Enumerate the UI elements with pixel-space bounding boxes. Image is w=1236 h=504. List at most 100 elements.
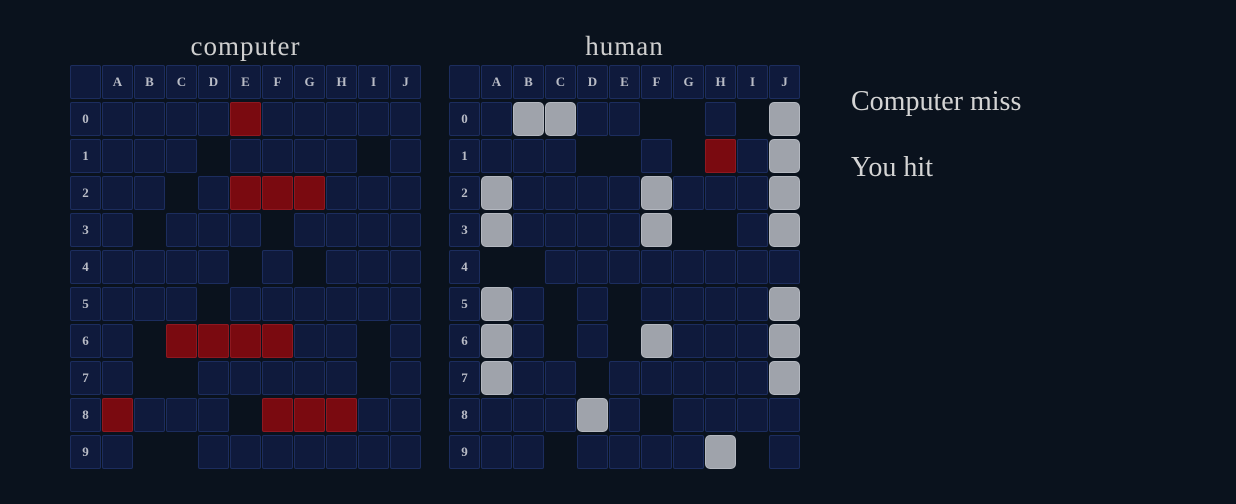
computer-cell-f0-sea[interactable] xyxy=(262,102,293,136)
computer-cell-b0-sea[interactable] xyxy=(134,102,165,136)
computer-cell-g4-empty[interactable] xyxy=(294,250,325,284)
computer-cell-i3-sea[interactable] xyxy=(358,213,389,247)
computer-cell-e3-sea[interactable] xyxy=(230,213,261,247)
computer-cell-e2-hit[interactable] xyxy=(230,176,261,210)
computer-cell-a4-sea[interactable] xyxy=(102,250,133,284)
computer-cell-c8-sea[interactable] xyxy=(166,398,197,432)
computer-cell-g1-sea[interactable] xyxy=(294,139,325,173)
computer-cell-f3-empty[interactable] xyxy=(262,213,293,247)
computer-cell-g2-hit[interactable] xyxy=(294,176,325,210)
computer-cell-h9-sea[interactable] xyxy=(326,435,357,469)
computer-cell-j7-sea[interactable] xyxy=(390,361,421,395)
computer-cell-g8-hit[interactable] xyxy=(294,398,325,432)
computer-cell-e8-empty[interactable] xyxy=(230,398,261,432)
computer-cell-c6-hit[interactable] xyxy=(166,324,197,358)
computer-cell-b5-sea[interactable] xyxy=(134,287,165,321)
computer-cell-f9-sea[interactable] xyxy=(262,435,293,469)
computer-cell-b3-empty[interactable] xyxy=(134,213,165,247)
computer-cell-j3-sea[interactable] xyxy=(390,213,421,247)
computer-cell-i0-sea[interactable] xyxy=(358,102,389,136)
computer-cell-g3-sea[interactable] xyxy=(294,213,325,247)
computer-cell-b7-empty[interactable] xyxy=(134,361,165,395)
computer-cell-b2-sea[interactable] xyxy=(134,176,165,210)
computer-cell-g6-sea[interactable] xyxy=(294,324,325,358)
computer-cell-c0-sea[interactable] xyxy=(166,102,197,136)
computer-cell-h0-sea[interactable] xyxy=(326,102,357,136)
computer-cell-i4-sea[interactable] xyxy=(358,250,389,284)
computer-cell-f6-hit[interactable] xyxy=(262,324,293,358)
computer-cell-a2-sea[interactable] xyxy=(102,176,133,210)
computer-cell-d0-sea[interactable] xyxy=(198,102,229,136)
computer-cell-j8-sea[interactable] xyxy=(390,398,421,432)
computer-cell-i6-empty[interactable] xyxy=(358,324,389,358)
computer-cell-b1-sea[interactable] xyxy=(134,139,165,173)
computer-cell-g9-sea[interactable] xyxy=(294,435,325,469)
computer-cell-c7-empty[interactable] xyxy=(166,361,197,395)
computer-cell-d2-sea[interactable] xyxy=(198,176,229,210)
computer-cell-f5-sea[interactable] xyxy=(262,287,293,321)
computer-cell-d5-empty[interactable] xyxy=(198,287,229,321)
computer-cell-f2-hit[interactable] xyxy=(262,176,293,210)
computer-cell-c9-empty[interactable] xyxy=(166,435,197,469)
computer-cell-c1-sea[interactable] xyxy=(166,139,197,173)
computer-cell-h4-sea[interactable] xyxy=(326,250,357,284)
computer-cell-i7-empty[interactable] xyxy=(358,361,389,395)
computer-cell-a1-sea[interactable] xyxy=(102,139,133,173)
computer-cell-f1-sea[interactable] xyxy=(262,139,293,173)
computer-cell-f8-hit[interactable] xyxy=(262,398,293,432)
computer-cell-g5-sea[interactable] xyxy=(294,287,325,321)
computer-cell-c4-sea[interactable] xyxy=(166,250,197,284)
computer-cell-d8-sea[interactable] xyxy=(198,398,229,432)
computer-cell-j2-sea[interactable] xyxy=(390,176,421,210)
computer-cell-a6-sea[interactable] xyxy=(102,324,133,358)
computer-cell-b4-sea[interactable] xyxy=(134,250,165,284)
computer-cell-e1-sea[interactable] xyxy=(230,139,261,173)
computer-cell-g0-sea[interactable] xyxy=(294,102,325,136)
computer-cell-a0-sea[interactable] xyxy=(102,102,133,136)
computer-cell-a8-hit[interactable] xyxy=(102,398,133,432)
computer-cell-i5-sea[interactable] xyxy=(358,287,389,321)
computer-cell-h6-sea[interactable] xyxy=(326,324,357,358)
computer-cell-e0-hit[interactable] xyxy=(230,102,261,136)
computer-cell-j9-sea[interactable] xyxy=(390,435,421,469)
computer-cell-j0-sea[interactable] xyxy=(390,102,421,136)
computer-cell-j5-sea[interactable] xyxy=(390,287,421,321)
computer-cell-d7-sea[interactable] xyxy=(198,361,229,395)
computer-cell-e9-sea[interactable] xyxy=(230,435,261,469)
computer-cell-h7-sea[interactable] xyxy=(326,361,357,395)
computer-cell-e7-sea[interactable] xyxy=(230,361,261,395)
computer-cell-c3-sea[interactable] xyxy=(166,213,197,247)
computer-cell-h5-sea[interactable] xyxy=(326,287,357,321)
computer-cell-b6-empty[interactable] xyxy=(134,324,165,358)
computer-cell-h3-sea[interactable] xyxy=(326,213,357,247)
computer-cell-a7-sea[interactable] xyxy=(102,361,133,395)
computer-cell-a5-sea[interactable] xyxy=(102,287,133,321)
computer-cell-j4-sea[interactable] xyxy=(390,250,421,284)
computer-cell-a9-sea[interactable] xyxy=(102,435,133,469)
computer-cell-h8-hit[interactable] xyxy=(326,398,357,432)
computer-cell-b9-empty[interactable] xyxy=(134,435,165,469)
computer-cell-e6-hit[interactable] xyxy=(230,324,261,358)
computer-cell-j6-sea[interactable] xyxy=(390,324,421,358)
computer-cell-b8-sea[interactable] xyxy=(134,398,165,432)
computer-cell-f4-sea[interactable] xyxy=(262,250,293,284)
computer-cell-c5-sea[interactable] xyxy=(166,287,197,321)
computer-cell-i9-sea[interactable] xyxy=(358,435,389,469)
computer-cell-j1-sea[interactable] xyxy=(390,139,421,173)
computer-cell-e5-sea[interactable] xyxy=(230,287,261,321)
computer-cell-d3-sea[interactable] xyxy=(198,213,229,247)
computer-cell-h2-sea[interactable] xyxy=(326,176,357,210)
computer-cell-a3-sea[interactable] xyxy=(102,213,133,247)
computer-cell-h1-sea[interactable] xyxy=(326,139,357,173)
computer-cell-d4-sea[interactable] xyxy=(198,250,229,284)
computer-cell-i2-sea[interactable] xyxy=(358,176,389,210)
computer-cell-c2-empty[interactable] xyxy=(166,176,197,210)
computer-cell-i8-sea[interactable] xyxy=(358,398,389,432)
computer-cell-d9-sea[interactable] xyxy=(198,435,229,469)
computer-cell-g7-sea[interactable] xyxy=(294,361,325,395)
computer-cell-f7-sea[interactable] xyxy=(262,361,293,395)
computer-cell-d6-hit[interactable] xyxy=(198,324,229,358)
computer-cell-i1-empty[interactable] xyxy=(358,139,389,173)
computer-cell-e4-empty[interactable] xyxy=(230,250,261,284)
computer-cell-d1-empty[interactable] xyxy=(198,139,229,173)
